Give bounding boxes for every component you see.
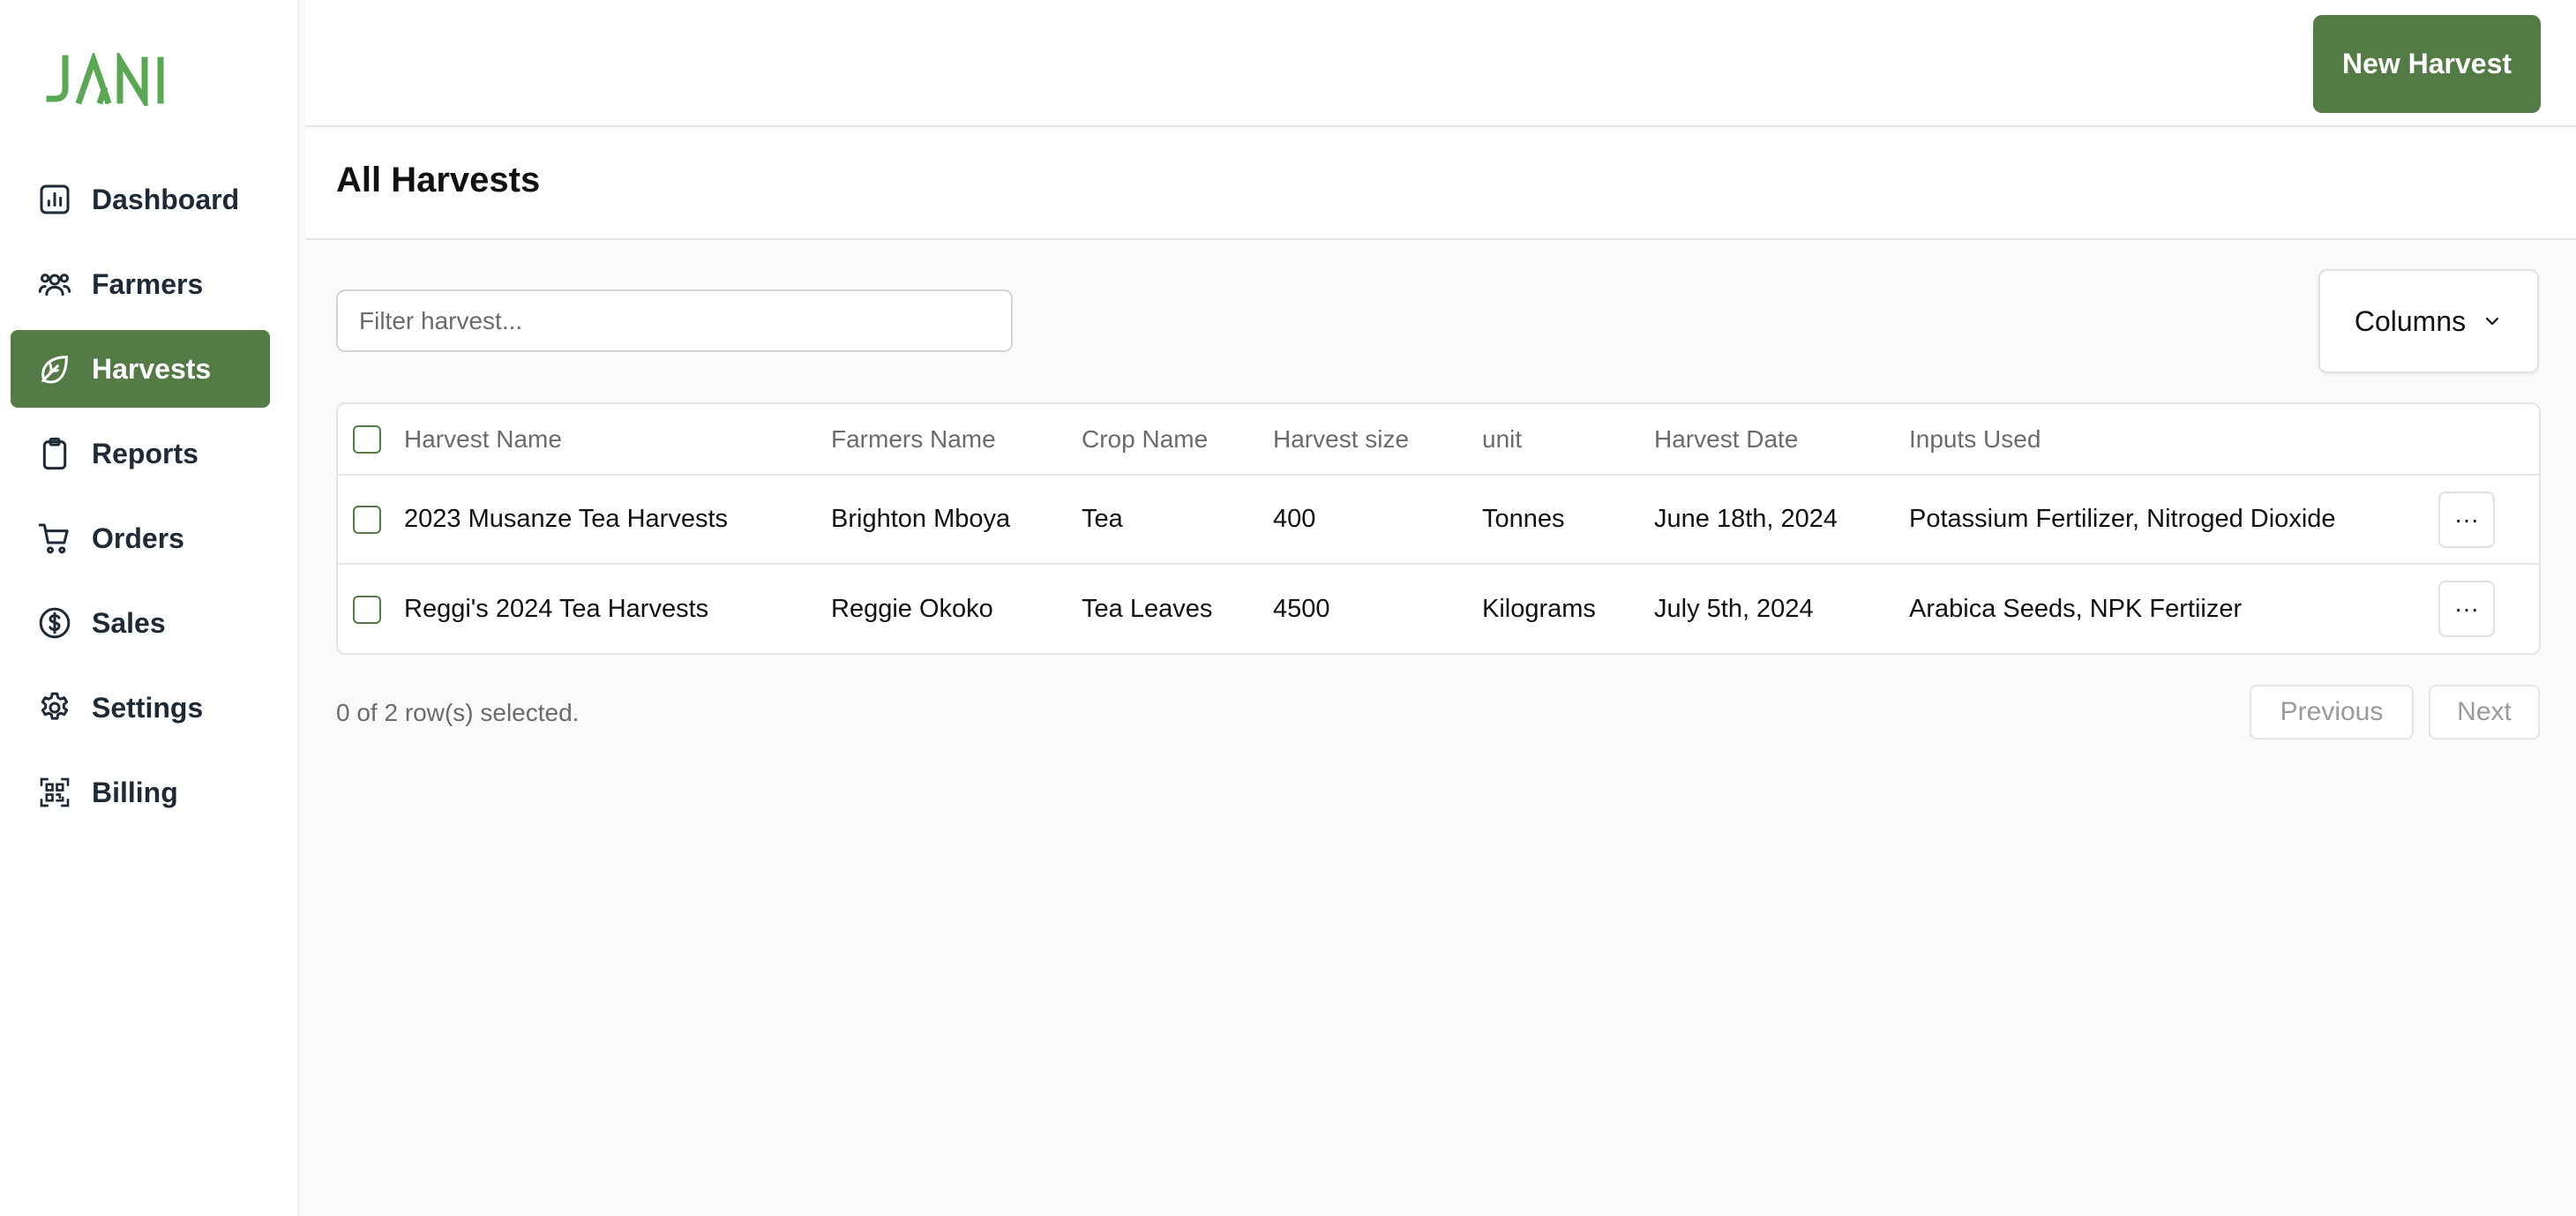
cell-harvest-size: 400: [1273, 475, 1482, 565]
more-icon: ···: [2454, 595, 2479, 622]
top-bar: New Harvest: [306, 0, 2576, 127]
row-actions-cell: ···: [2438, 564, 2539, 653]
column-header-crop-name[interactable]: Crop Name: [1082, 404, 1273, 476]
gear-icon: [35, 688, 74, 727]
column-header-harvest-name[interactable]: Harvest Name: [404, 404, 831, 476]
cell-crop-name: Tea: [1082, 475, 1273, 565]
more-icon: ···: [2454, 505, 2479, 533]
sidebar-item-label: Billing: [92, 776, 178, 808]
chart-icon: [35, 180, 74, 219]
cell-unit: Kilograms: [1482, 594, 1596, 623]
column-header-unit[interactable]: unit: [1482, 404, 1654, 476]
sidebar-item-orders[interactable]: Orders: [11, 499, 270, 577]
users-icon: [35, 265, 74, 304]
sidebar-item-dashboard[interactable]: Dashboard: [11, 161, 270, 238]
dollar-icon: [35, 604, 74, 642]
sidebar: Dashboard Farmers Harvests Reports Order…: [0, 0, 299, 1216]
cell-unit: Tonnes: [1482, 475, 1654, 565]
sidebar-item-sales[interactable]: Sales: [11, 584, 270, 662]
sidebar-item-farmers[interactable]: Farmers: [11, 245, 270, 323]
cell-harvest-name: Reggi's 2024 Tea Harvests: [404, 594, 709, 623]
row-select-cell: [338, 564, 404, 653]
new-harvest-button[interactable]: New Harvest: [2313, 15, 2541, 113]
row-checkbox[interactable]: [353, 506, 381, 535]
cell-harvest-size: 4500: [1273, 594, 1330, 623]
sidebar-item-harvests[interactable]: Harvests: [11, 330, 270, 408]
cell-crop-name: Tea Leaves: [1082, 594, 1213, 623]
cell-harvest-name: 2023 Musanze Tea Harvests: [404, 475, 831, 565]
column-header-inputs-used[interactable]: Inputs Used: [1909, 404, 2438, 476]
selection-count: 0 of 2 row(s) selected.: [336, 699, 580, 726]
table-row[interactable]: 2023 Musanze Tea Harvests Brighton Mboya…: [338, 475, 2539, 565]
row-checkbox[interactable]: [353, 595, 381, 624]
clipboard-icon: [35, 434, 74, 473]
select-all-cell: [338, 404, 404, 476]
cell-inputs-used: Potassium Fertilizer, Nitroged Dioxide: [1909, 475, 2438, 565]
sidebar-item-reports[interactable]: Reports: [11, 415, 270, 492]
sidebar-item-label: Settings: [92, 691, 204, 724]
columns-button-label: Columns: [2354, 304, 2467, 337]
column-header-harvest-date[interactable]: Harvest Date: [1654, 404, 1909, 476]
jani-logo-mark: [46, 49, 164, 112]
next-page-button[interactable]: Next: [2429, 685, 2540, 739]
cart-icon: [35, 519, 74, 558]
columns-dropdown-button[interactable]: Columns: [2318, 269, 2539, 373]
column-header-actions: [2438, 404, 2539, 476]
jani-logo[interactable]: [46, 49, 178, 112]
qr-icon: [35, 773, 74, 812]
column-header-farmers-name[interactable]: Farmers Name: [831, 404, 1082, 476]
page-header: All Harvests: [306, 129, 2576, 240]
sidebar-item-label: Harvests: [92, 352, 212, 385]
row-actions-cell: ···: [2438, 475, 2539, 565]
cell-inputs-used: Arabica Seeds, NPK Fertiizer: [1909, 594, 2243, 623]
sidebar-item-label: Reports: [92, 437, 198, 469]
row-menu-button[interactable]: ···: [2438, 581, 2495, 637]
previous-page-button[interactable]: Previous: [2250, 685, 2414, 739]
cell-farmers-name: Reggie Okoko: [831, 594, 993, 623]
column-header-harvest-size[interactable]: Harvest size: [1273, 404, 1482, 476]
sidebar-item-settings[interactable]: Settings: [11, 669, 270, 747]
table-row[interactable]: Reggi's 2024 Tea Harvests Reggie Okoko T…: [338, 564, 2539, 653]
leaf-icon: [35, 349, 74, 388]
chevron-down-icon: [2486, 317, 2499, 326]
harvests-table: Harvest Name Farmers Name Crop Name Harv…: [336, 402, 2541, 655]
select-all-checkbox[interactable]: [353, 425, 381, 454]
row-menu-button[interactable]: ···: [2438, 491, 2495, 548]
sidebar-item-label: Orders: [92, 522, 184, 554]
page-title: All Harvests: [336, 161, 541, 199]
cell-harvest-date: June 18th, 2024: [1654, 475, 1909, 565]
sidebar-item-label: Sales: [92, 606, 166, 639]
sidebar-nav: Dashboard Farmers Harvests Reports Order…: [11, 161, 270, 838]
table-header-row: Harvest Name Farmers Name Crop Name Harv…: [338, 404, 2539, 476]
sidebar-item-label: Dashboard: [92, 183, 240, 215]
sidebar-item-billing[interactable]: Billing: [11, 754, 270, 831]
row-select-cell: [338, 475, 404, 565]
sidebar-item-label: Farmers: [92, 267, 204, 300]
filter-harvest-input[interactable]: [336, 289, 1013, 352]
cell-harvest-date: July 5th, 2024: [1654, 594, 1814, 623]
cell-farmers-name: Brighton Mboya: [831, 475, 1082, 565]
